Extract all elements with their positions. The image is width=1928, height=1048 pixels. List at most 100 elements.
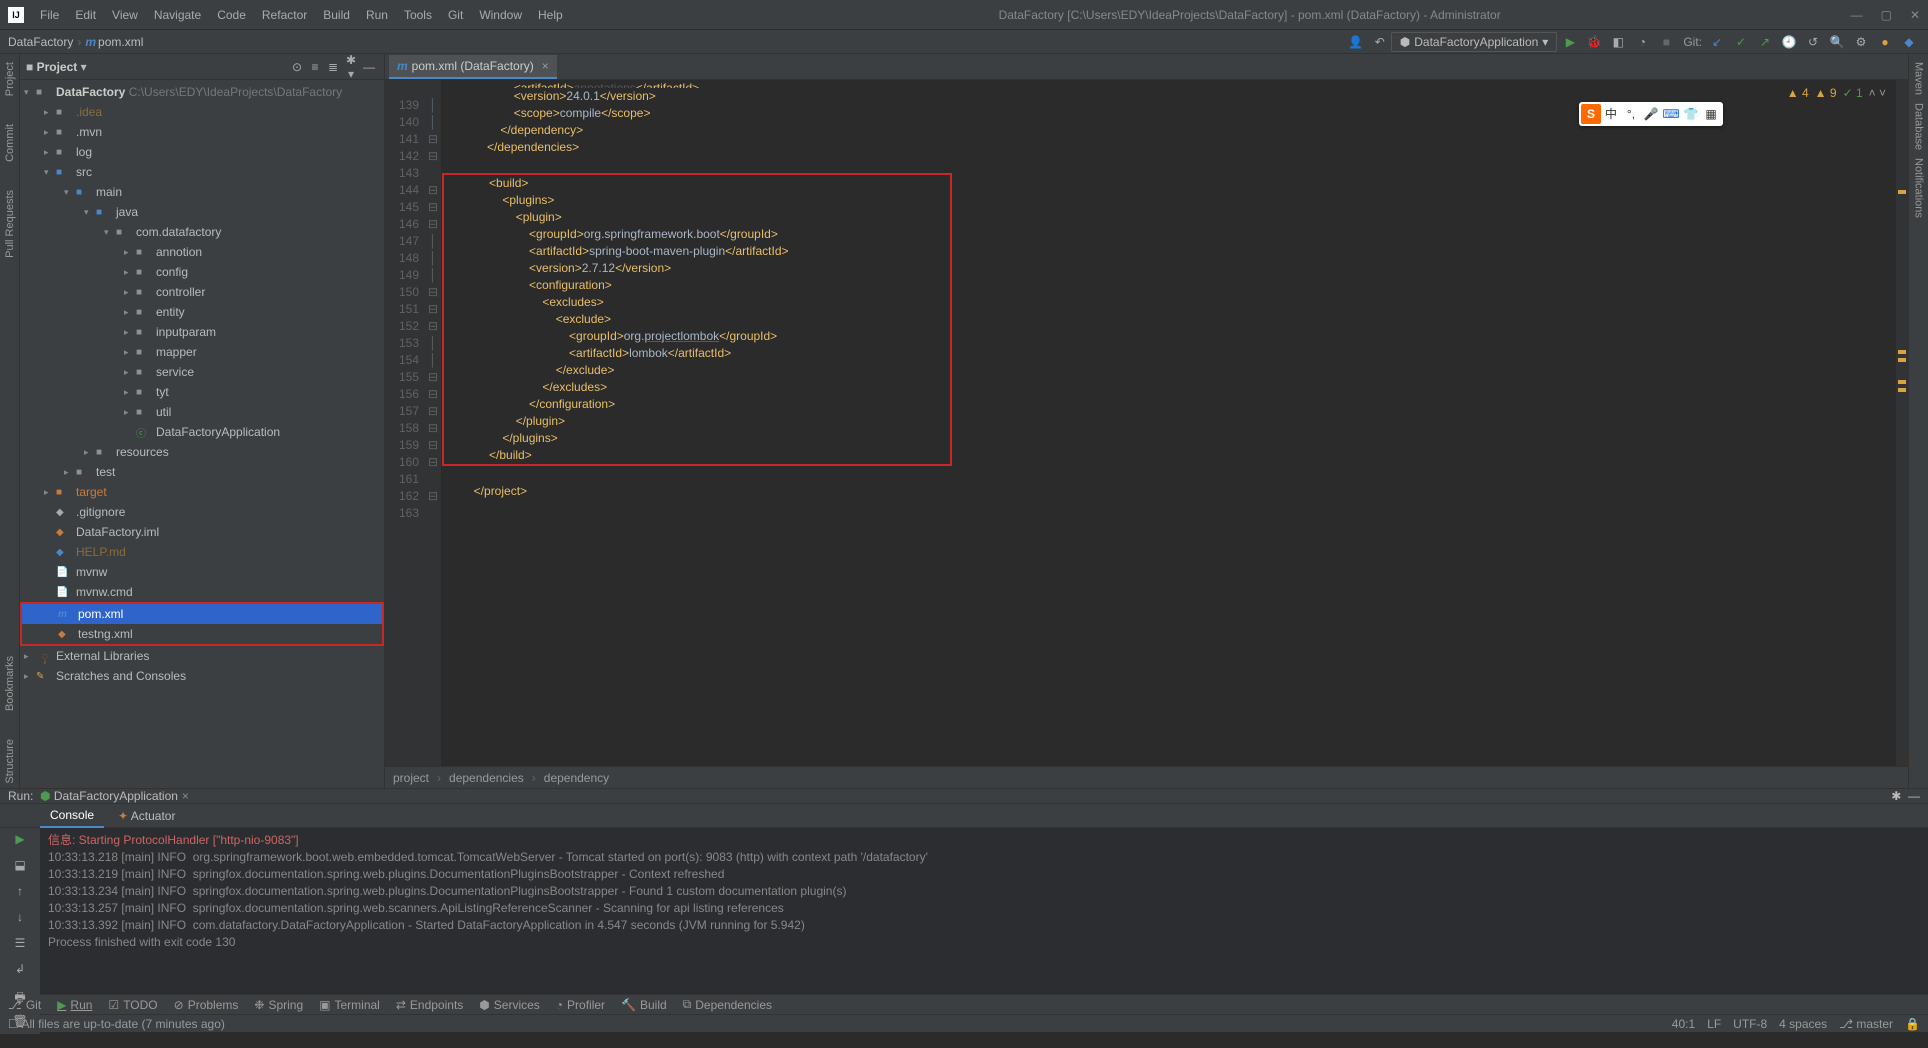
hide-panel-icon[interactable]: —	[360, 60, 378, 74]
app-logo: IJ	[8, 7, 24, 23]
coverage-button[interactable]: ◧	[1607, 31, 1629, 53]
search-everywhere-icon[interactable]: 🔍	[1826, 31, 1848, 53]
collapse-icon[interactable]: ≣	[324, 60, 342, 74]
code-editor[interactable]: 1391401411421431441451461471481491501511…	[385, 80, 1908, 766]
run-stop-icon[interactable]: ⬓	[10, 858, 30, 878]
status-branch[interactable]: ⎇ master	[1839, 1017, 1893, 1031]
breadcrumb-root[interactable]: DataFactory	[8, 35, 73, 49]
bt-endpoints[interactable]: ⇄ Endpoints	[396, 998, 463, 1012]
strip-notifications[interactable]: Notifications	[1913, 154, 1925, 222]
menu-navigate[interactable]: Navigate	[148, 4, 207, 26]
add-user-icon[interactable]: 👤	[1345, 31, 1367, 53]
close-button[interactable]: ✕	[1910, 8, 1920, 22]
strip-maven[interactable]: Maven	[1913, 58, 1925, 99]
close-run-tab-icon[interactable]: ×	[182, 789, 189, 803]
git-commit-icon[interactable]: ✓	[1730, 31, 1752, 53]
menu-refactor[interactable]: Refactor	[256, 4, 313, 26]
highlighted-files-box: mpom.xml ◆testng.xml	[20, 602, 384, 646]
status-indent[interactable]: 4 spaces	[1779, 1017, 1827, 1031]
bt-git[interactable]: ⎇ Git	[8, 998, 41, 1012]
bt-problems[interactable]: ⊘ Problems	[174, 998, 239, 1012]
back-icon[interactable]: ↶	[1369, 31, 1391, 53]
run-button[interactable]: ▶	[1559, 31, 1581, 53]
run-config-name[interactable]: DataFactoryApplication	[54, 789, 178, 803]
run-down-icon[interactable]: ↓	[10, 910, 30, 930]
lock-icon[interactable]: 🔒	[1905, 1017, 1920, 1031]
status-message: ☐ All files are up-to-date (7 minutes ag…	[8, 1017, 225, 1031]
debug-button[interactable]: 🐞	[1583, 31, 1605, 53]
project-tree[interactable]: ▾■DataFactory C:\Users\EDY\IdeaProjects\…	[20, 80, 384, 788]
editor-tab-pom[interactable]: mpom.xml (DataFactory)×	[389, 55, 557, 79]
strip-bookmarks[interactable]: Bookmarks	[4, 652, 16, 715]
run-wrap-icon[interactable]: ↲	[10, 962, 30, 982]
gutter-line-numbers: 1391401411421431441451461471481491501511…	[385, 80, 425, 766]
rerun-icon[interactable]: ▶	[10, 832, 30, 852]
minimize-button[interactable]: —	[1851, 8, 1863, 22]
breadcrumb-file[interactable]: mpom.xml	[85, 35, 143, 49]
run-config-selector[interactable]: ⬢ DataFactoryApplication ▾	[1391, 32, 1558, 52]
ide-icon[interactable]: ◆	[1898, 31, 1920, 53]
window-title: DataFactory [C:\Users\EDY\IdeaProjects\D…	[569, 8, 1851, 22]
menu-code[interactable]: Code	[211, 4, 252, 26]
strip-database[interactable]: Database	[1913, 99, 1925, 154]
menu-tools[interactable]: Tools	[398, 4, 438, 26]
menu-window[interactable]: Window	[473, 4, 528, 26]
bt-services[interactable]: ⬢ Services	[479, 998, 540, 1012]
menu-build[interactable]: Build	[317, 4, 356, 26]
git-rollback-icon[interactable]: ↺	[1802, 31, 1824, 53]
editor-area: mpom.xml (DataFactory)× ▲ 4 ▲ 9 ✓ 1 ˄ ˅ …	[385, 54, 1908, 788]
titlebar: IJ File Edit View Navigate Code Refactor…	[0, 0, 1928, 30]
run-tab-console[interactable]: Console	[40, 804, 104, 828]
status-line-ending[interactable]: LF	[1707, 1017, 1721, 1031]
bt-run[interactable]: ▶ Run	[57, 998, 92, 1012]
strip-commit[interactable]: Commit	[4, 120, 16, 166]
bt-dependencies[interactable]: ⧉ Dependencies	[683, 997, 772, 1012]
project-panel: ■ Project ▾ ⊙ ≡ ≣ ✱ ▾ — ▾■DataFactory C:…	[20, 54, 385, 788]
git-update-icon[interactable]: ↙	[1706, 31, 1728, 53]
strip-project[interactable]: Project	[4, 58, 16, 100]
run-tool-window: Run: ⬢ DataFactoryApplication × ✱ — Cons…	[0, 788, 1928, 994]
run-filter-icon[interactable]: ☰	[10, 936, 30, 956]
tree-item-testng[interactable]: ◆testng.xml	[22, 624, 382, 644]
menu-file[interactable]: File	[34, 4, 65, 26]
menu-view[interactable]: View	[106, 4, 144, 26]
avatar-icon[interactable]: ●	[1874, 31, 1896, 53]
menu-help[interactable]: Help	[532, 4, 569, 26]
bt-spring[interactable]: ❉ Spring	[254, 998, 303, 1012]
tree-item-pom[interactable]: mpom.xml	[22, 604, 382, 624]
hide-run-icon[interactable]: —	[1908, 789, 1920, 803]
error-stripe[interactable]	[1896, 80, 1908, 766]
git-push-icon[interactable]: ↗	[1754, 31, 1776, 53]
navbar: DataFactory › mpom.xml 👤 ↶ ⬢ DataFactory…	[0, 30, 1928, 54]
strip-pull-requests[interactable]: Pull Requests	[4, 186, 16, 262]
status-encoding[interactable]: UTF-8	[1733, 1017, 1767, 1031]
gutter-fold[interactable]: ││⊟⊟ ⊟⊟⊟│││⊟⊟⊟││⊟⊟⊟⊟⊟⊟ ⊟	[425, 80, 441, 766]
bt-profiler[interactable]: ◔ Profiler	[556, 998, 605, 1012]
expand-icon[interactable]: ≡	[306, 60, 324, 74]
run-tab-actuator[interactable]: ✦ Actuator	[108, 805, 185, 827]
close-tab-icon[interactable]: ×	[542, 59, 549, 73]
project-panel-select[interactable]: ■ Project ▾	[26, 60, 87, 74]
git-history-icon[interactable]: 🕘	[1778, 31, 1800, 53]
bt-terminal[interactable]: ▣ Terminal	[319, 998, 380, 1012]
menu-run[interactable]: Run	[360, 4, 394, 26]
menu-edit[interactable]: Edit	[69, 4, 102, 26]
editor-breadcrumb[interactable]: project› dependencies› dependency	[385, 766, 1908, 788]
maximize-button[interactable]: ▢	[1881, 8, 1892, 22]
run-title: Run:	[8, 789, 33, 803]
settings-icon[interactable]: ⚙	[1850, 31, 1872, 53]
run-settings-icon[interactable]: ✱	[1891, 789, 1901, 803]
bt-build[interactable]: 🔨 Build	[621, 998, 667, 1012]
right-tool-strip: Maven Database Notifications	[1908, 54, 1928, 788]
git-label: Git:	[1683, 35, 1702, 49]
profile-button[interactable]: ◔	[1631, 31, 1653, 53]
status-position[interactable]: 40:1	[1672, 1017, 1695, 1031]
settings-icon[interactable]: ✱ ▾	[342, 53, 360, 81]
main-menu: File Edit View Navigate Code Refactor Bu…	[34, 4, 569, 26]
run-up-icon[interactable]: ↑	[10, 884, 30, 904]
strip-structure[interactable]: Structure	[4, 735, 16, 788]
bt-todo[interactable]: ☑ TODO	[108, 998, 157, 1012]
stop-button[interactable]: ■	[1655, 31, 1677, 53]
locate-icon[interactable]: ⊙	[288, 60, 306, 74]
menu-git[interactable]: Git	[442, 4, 469, 26]
